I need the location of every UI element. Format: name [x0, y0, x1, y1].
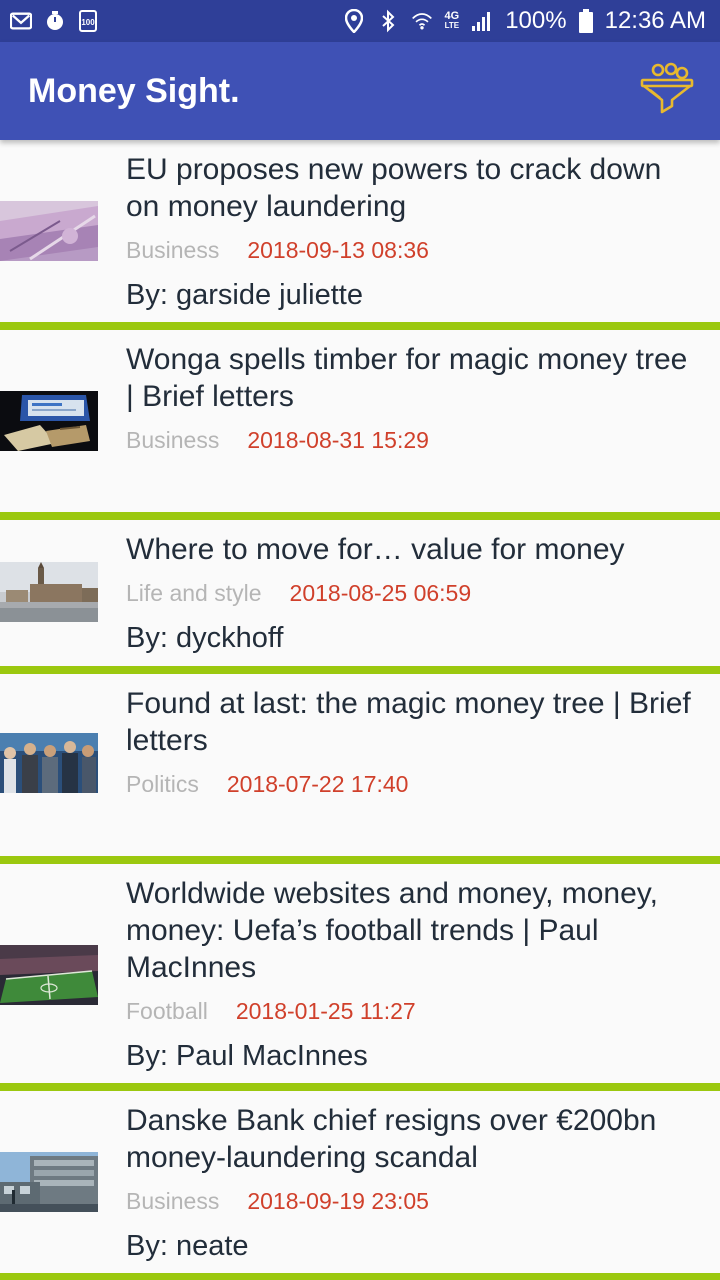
article-date: 2018-08-25 06:59 [289, 580, 472, 606]
card-divider [0, 856, 720, 864]
crowd-thumbnail [0, 733, 98, 793]
card-divider [0, 666, 720, 674]
article-card[interactable]: Danske Bank chief resigns over €200bn mo… [0, 1091, 720, 1280]
battery-percent: 100% [505, 7, 567, 34]
card-divider [0, 1273, 720, 1280]
article-date: 2018-09-19 23:05 [247, 1188, 429, 1214]
status-bar: 100 4G LTE 100% 12:36 AM [0, 0, 720, 42]
stadium-thumbnail [0, 945, 98, 1005]
card-divider [0, 512, 720, 520]
4g-lte-icon: 4G LTE [444, 10, 460, 31]
network-sub-text: LTE [444, 21, 460, 30]
signal-icon [471, 10, 493, 32]
timer-icon [44, 10, 66, 32]
article-category: Business [126, 237, 220, 263]
status-right: 4G LTE 100% 12:36 AM [343, 7, 706, 35]
bank-building-thumbnail [0, 1152, 98, 1212]
article-byline: By: garside juliette [126, 279, 363, 311]
article-meta: Politics 2018-07-22 17:40 [126, 771, 408, 798]
article-meta: Business 2018-08-31 15:29 [126, 427, 429, 454]
clock: 12:36 AM [604, 7, 706, 34]
article-category: Politics [126, 771, 199, 797]
article-card[interactable]: Found at last: the magic money tree | Br… [0, 674, 720, 864]
article-date: 2018-09-13 08:36 [247, 237, 429, 263]
filter-button[interactable] [636, 60, 698, 122]
article-meta: Life and style 2018-08-25 06:59 [126, 580, 471, 607]
town-hall-thumbnail [0, 562, 98, 622]
article-byline: By: Paul MacInnes [126, 1040, 368, 1072]
battery-icon [578, 9, 593, 33]
article-headline[interactable]: Found at last: the magic money tree | Br… [126, 685, 696, 759]
location-icon [343, 9, 365, 33]
article-card[interactable]: EU proposes new powers to crack down on … [0, 140, 720, 330]
card-divider [0, 1083, 720, 1091]
notification-count-text: 100 [81, 17, 95, 27]
wifi-icon [411, 10, 433, 32]
network-type-text: 4G [444, 10, 460, 22]
article-byline: By: neate [126, 1230, 249, 1262]
article-category: Football [126, 998, 208, 1024]
article-feed[interactable]: EU proposes new powers to crack down on … [0, 140, 720, 1280]
filter-coins-icon [638, 60, 696, 123]
notification-count-icon: 100 [78, 10, 98, 32]
article-headline[interactable]: Wonga spells timber for magic money tree… [126, 341, 696, 415]
laptop-cash-thumbnail [0, 391, 98, 451]
article-headline[interactable]: Worldwide websites and money, money, mon… [126, 875, 696, 986]
banknotes-thumbnail [0, 201, 98, 261]
article-date: 2018-01-25 11:27 [235, 998, 416, 1024]
article-category: Business [126, 427, 220, 453]
article-date: 2018-08-31 15:29 [247, 427, 429, 453]
card-divider [0, 322, 720, 330]
gmail-icon [10, 10, 32, 32]
article-meta: Business 2018-09-19 23:05 [126, 1188, 429, 1215]
app-title: Money Sight. [28, 72, 240, 110]
article-headline[interactable]: Danske Bank chief resigns over €200bn mo… [126, 1102, 696, 1176]
bluetooth-icon [377, 9, 399, 33]
article-byline: By: dyckhoff [126, 622, 284, 654]
article-card[interactable]: Wonga spells timber for magic money tree… [0, 330, 720, 520]
article-headline[interactable]: Where to move for… value for money [126, 531, 696, 568]
status-left: 100 [10, 10, 98, 32]
app-bar: Money Sight. [0, 42, 720, 140]
article-meta: Football 2018-01-25 11:27 [126, 998, 416, 1025]
article-card[interactable]: Where to move for… value for money Life … [0, 520, 720, 674]
article-meta: Business 2018-09-13 08:36 [126, 237, 429, 264]
article-category: Business [126, 1188, 220, 1214]
article-date: 2018-07-22 17:40 [226, 771, 409, 797]
article-category: Life and style [126, 580, 262, 606]
article-card[interactable]: Worldwide websites and money, money, mon… [0, 864, 720, 1091]
article-headline[interactable]: EU proposes new powers to crack down on … [126, 151, 696, 225]
